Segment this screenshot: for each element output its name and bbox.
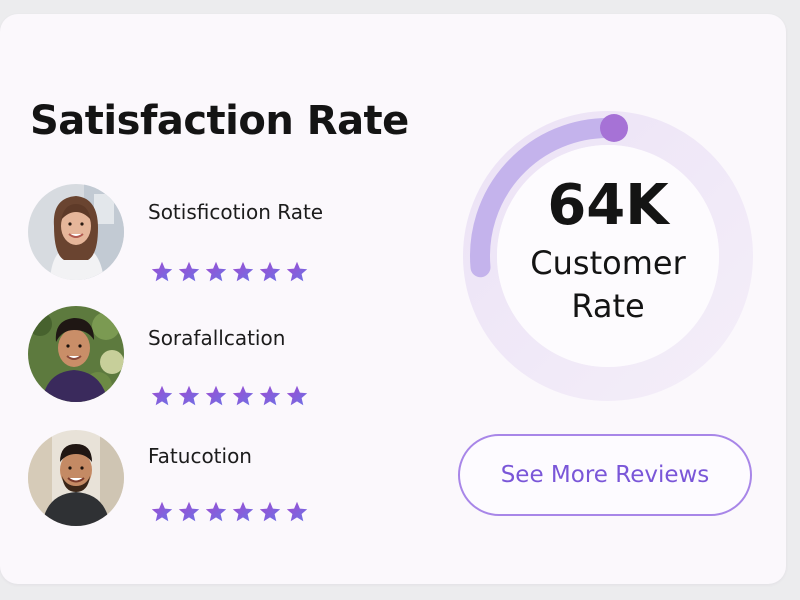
- reviews-card: Satisfaction Rate Sotisficotion Rate Sor…: [0, 14, 786, 584]
- star-icon: [151, 261, 173, 282]
- review-name: Sotisficotion Rate: [148, 200, 324, 224]
- avatar: [28, 306, 124, 402]
- star-rating: [150, 260, 309, 284]
- star-icon: [232, 261, 254, 282]
- see-more-reviews-button[interactable]: See More Reviews: [458, 434, 752, 516]
- review-item: Sorafallcation: [28, 306, 408, 406]
- review-item: Fatucotion: [28, 430, 408, 526]
- star-icon: [205, 261, 227, 282]
- star-icon: [178, 385, 200, 406]
- star-icon: [232, 385, 254, 406]
- star-icon: [286, 261, 308, 282]
- review-item: Sotisficotion Rate: [28, 184, 408, 282]
- avatar: [28, 184, 124, 280]
- star-icon: [286, 385, 308, 406]
- star-icon: [151, 385, 173, 406]
- star-icon: [205, 501, 227, 522]
- star-icon: [151, 501, 173, 522]
- star-icon: [286, 501, 308, 522]
- review-name: Fatucotion: [148, 444, 252, 468]
- customer-rate-label: Customer Rate: [530, 244, 686, 326]
- star-icon: [232, 501, 254, 522]
- star-icon: [178, 261, 200, 282]
- star-icon: [178, 501, 200, 522]
- star-rating: [150, 500, 309, 524]
- page-title: Satisfaction Rate: [30, 98, 409, 144]
- star-icon: [259, 261, 281, 282]
- avatar: [28, 430, 124, 526]
- star-icon: [205, 385, 227, 406]
- star-icon: [259, 385, 281, 406]
- star-rating: [150, 384, 309, 408]
- customer-rate-value: 64K: [547, 173, 669, 238]
- star-icon: [259, 501, 281, 522]
- review-name: Sorafallcation: [148, 326, 286, 350]
- customer-rate-ring: 64K Customer Rate: [460, 108, 756, 404]
